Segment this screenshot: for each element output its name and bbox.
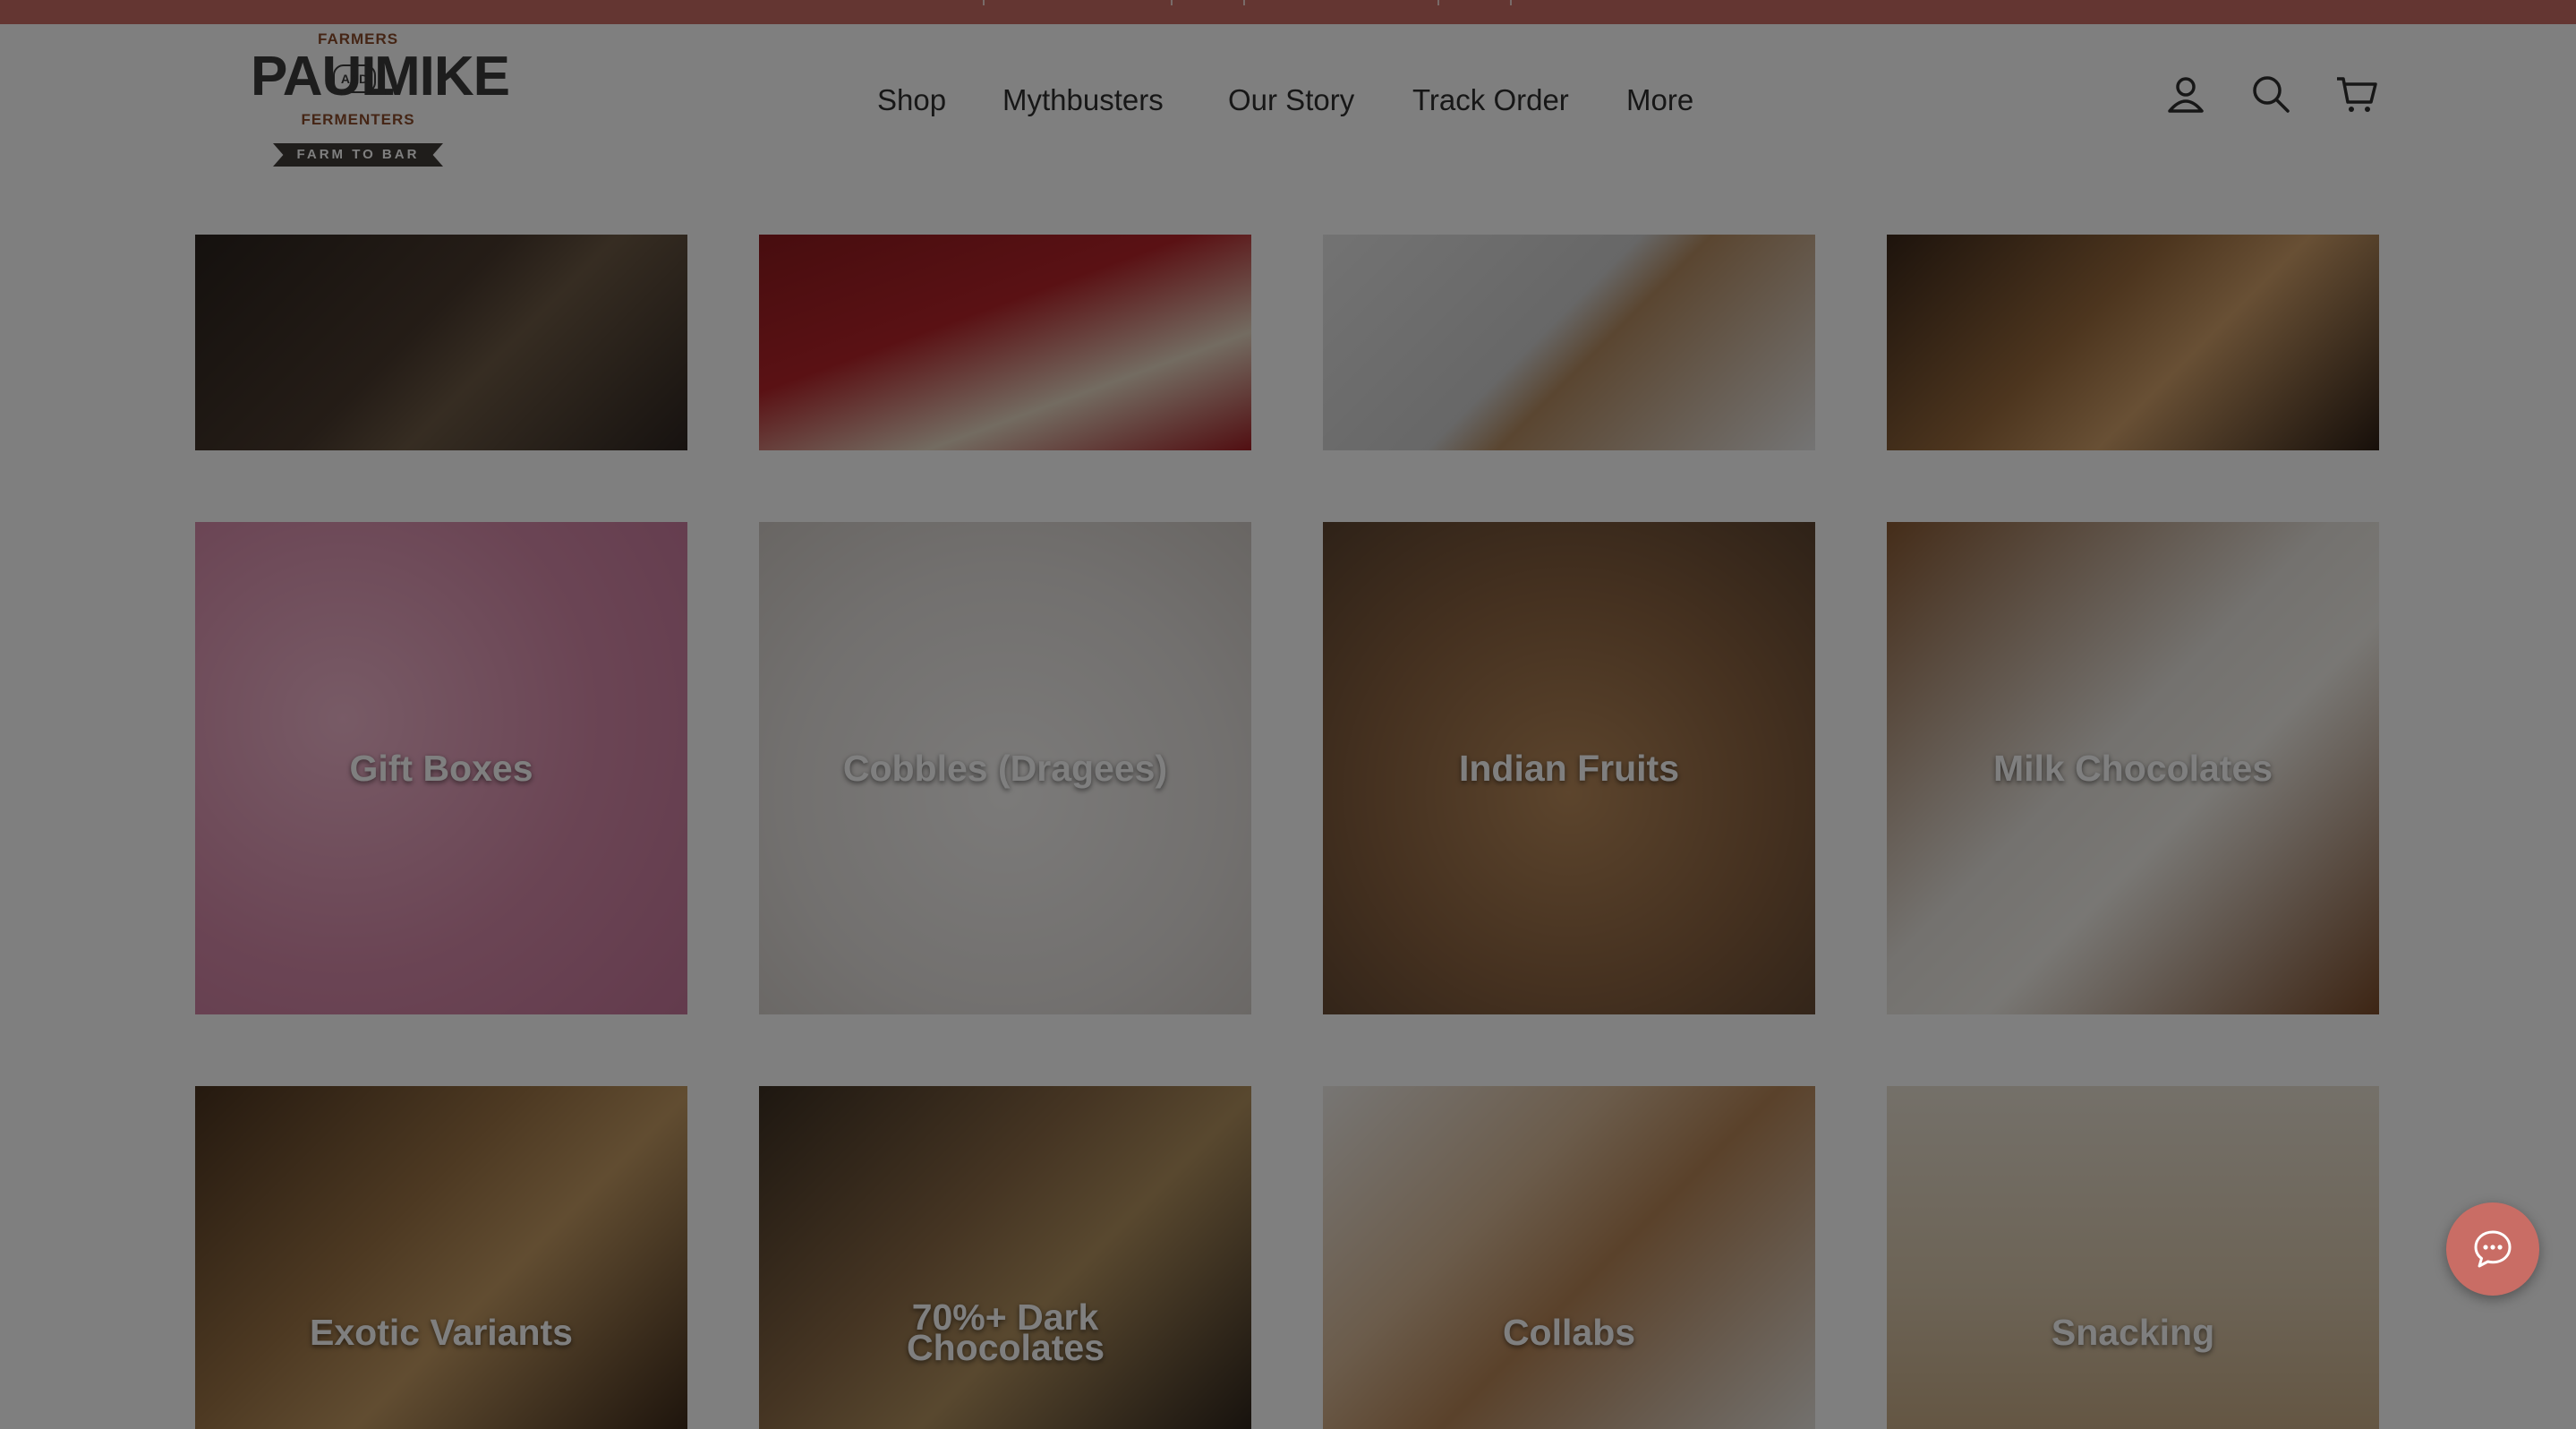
chat-button[interactable] (2446, 1202, 2539, 1296)
chat-bubble-icon (2474, 1230, 2512, 1268)
modal-overlay[interactable] (0, 0, 2576, 1429)
